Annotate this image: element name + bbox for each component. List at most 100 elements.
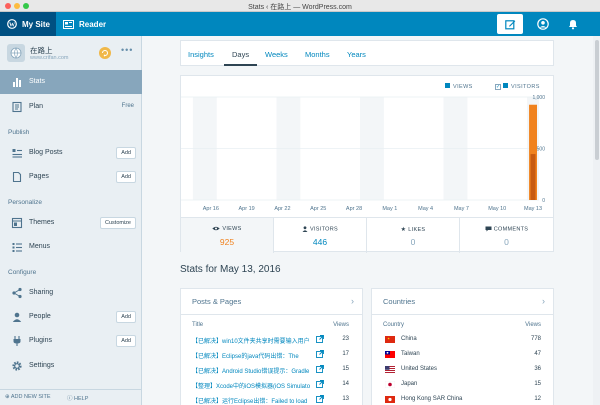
tab-insights[interactable]: Insights xyxy=(188,50,214,59)
stat-comments-label: COMMENTS xyxy=(493,226,529,233)
sidebar-item-label: Sharing xyxy=(29,289,54,296)
taiwan-flag-icon xyxy=(385,351,395,358)
add-new-site-link[interactable]: ⊕ ADD NEW SITE xyxy=(5,394,51,400)
add-page-button[interactable]: Add xyxy=(116,171,136,183)
tab-weeks[interactable]: Weeks xyxy=(265,50,288,59)
sidebar-item-stats[interactable]: Stats xyxy=(0,70,142,94)
stat-tab-comments[interactable]: COMMENTS 0 xyxy=(460,218,553,253)
sidebar-item-menus[interactable]: Menus xyxy=(0,235,142,259)
sidebar-item-plugins[interactable]: Plugins Add xyxy=(0,329,142,353)
table-row: Taiwan 47 xyxy=(372,348,553,363)
sidebar-item-label: Pages xyxy=(29,173,49,180)
stat-tab-visitors[interactable]: VISITORS 446 xyxy=(274,218,367,253)
external-link-icon[interactable] xyxy=(316,365,324,373)
external-link-icon[interactable] xyxy=(316,395,324,403)
posts-pages-card: Posts & Pages › Title Views 【已解决】win10文件… xyxy=(180,288,363,405)
stat-views-value: 925 xyxy=(219,237,235,247)
stat-likes-value: 0 xyxy=(410,237,416,247)
external-link-icon[interactable] xyxy=(316,335,324,343)
col-views: Views xyxy=(525,322,541,328)
write-post-button[interactable] xyxy=(497,14,523,34)
personalize-heading: Personalize xyxy=(8,199,42,206)
views-legend-swatch xyxy=(445,83,450,88)
scrollbar-thumb[interactable] xyxy=(595,40,599,160)
col-country: Country xyxy=(383,322,405,328)
external-link-icon[interactable] xyxy=(316,380,324,388)
sidebar-item-sharing[interactable]: Sharing xyxy=(0,281,142,305)
refresh-icon xyxy=(102,50,108,57)
tab-years[interactable]: Years xyxy=(347,50,366,59)
country-name: United States xyxy=(401,366,438,372)
external-link-icon[interactable] xyxy=(316,350,324,358)
sidebar-item-label: Menus xyxy=(29,243,51,250)
table-row: 【整理】Xcode中的iOS模拟器(iOS Simulator) 14 xyxy=(181,378,362,393)
table-row: United States 36 xyxy=(372,363,553,378)
reader-label: Reader xyxy=(79,19,107,29)
compose-icon xyxy=(504,19,515,29)
y-tick-label: 500 xyxy=(537,147,546,153)
notifications-button[interactable] xyxy=(566,17,580,31)
post-title-link[interactable]: 【整理】Xcode中的iOS模拟器(iOS Simulator) xyxy=(192,381,310,390)
plug-icon xyxy=(13,336,21,346)
country-views: 778 xyxy=(530,336,541,342)
col-views: Views xyxy=(333,322,349,328)
stats-chart-card: 1,000 500 0 Apr 16 Apr 19 Apr 22 Apr 25 Apr 28 M… xyxy=(180,75,554,253)
sidebar-item-label: Stats xyxy=(29,78,45,85)
table-row: 【已解决】Android Studio错误提示：Gradle 15 xyxy=(181,363,362,378)
sidebar-item-themes[interactable]: Themes Customize xyxy=(0,211,142,235)
visitors-checkbox[interactable]: ✓ xyxy=(495,84,501,90)
views-chart[interactable]: 1,000 500 0 Apr 16 Apr 19 Apr 22 Apr 25 Apr 28 M… xyxy=(181,76,553,217)
sidebar-item-plan[interactable]: Plan Free xyxy=(0,95,142,119)
stat-tabs: VIEWS 925 VISITORS 446 ★ LIKES 0 COMMENTS… xyxy=(181,217,553,253)
globe-icon xyxy=(10,47,22,59)
profile-button[interactable] xyxy=(536,17,550,31)
reader-button[interactable]: Reader xyxy=(63,12,106,36)
post-views: 17 xyxy=(342,351,349,357)
post-title-link[interactable]: 【已解决】win10文件夹共享时需要输入用户名和密码 xyxy=(192,336,310,345)
country-name: China xyxy=(401,336,417,342)
customize-button[interactable]: Customize xyxy=(100,217,136,229)
chevron-right-icon[interactable]: › xyxy=(351,296,354,306)
stat-tab-likes[interactable]: ★ LIKES 0 xyxy=(367,218,460,253)
chevron-right-icon[interactable]: › xyxy=(542,296,545,306)
y-tick-label: 0 xyxy=(542,198,545,204)
country-name: Taiwan xyxy=(401,351,420,357)
sidebar-item-people[interactable]: People Add xyxy=(0,305,142,329)
posts-icon xyxy=(12,149,22,158)
sidebar-item-settings[interactable]: Settings xyxy=(0,354,142,378)
site-more-icon[interactable]: ••• xyxy=(121,45,133,55)
x-tick-label: May 1 xyxy=(382,206,397,212)
window-title: Stats ‹ 在路上 — WordPress.com xyxy=(248,4,352,11)
y-tick-label: 1,000 xyxy=(532,95,545,101)
legend-visitors[interactable]: ✓ VISITORS xyxy=(495,83,540,90)
current-site[interactable]: 在路上 www.crifan.com ••• xyxy=(0,36,142,70)
gear-icon xyxy=(12,361,22,371)
x-tick-label: Apr 22 xyxy=(274,206,290,212)
stats-for-date-heading: Stats for May 13, 2016 xyxy=(180,264,281,275)
page-icon xyxy=(12,171,22,183)
tab-months[interactable]: Months xyxy=(305,50,330,59)
post-title-link[interactable]: 【已解决】运行Eclipse出错：Failed to load xyxy=(192,396,310,405)
sidebar-item-blog-posts[interactable]: Blog Posts Add xyxy=(0,141,142,165)
sidebar-item-pages[interactable]: Pages Add xyxy=(0,165,142,189)
tab-days[interactable]: Days xyxy=(232,50,249,59)
stat-tab-views[interactable]: VIEWS 925 xyxy=(181,218,274,253)
site-notice-badge[interactable] xyxy=(99,47,111,59)
x-tick-label: May 7 xyxy=(454,206,469,212)
post-title-link[interactable]: 【已解决】Android Studio错误提示：Gradle xyxy=(192,366,310,375)
help-link[interactable]: ⓘ HELP xyxy=(67,394,88,402)
add-person-button[interactable]: Add xyxy=(116,311,136,323)
site-url: www.crifan.com xyxy=(30,55,69,61)
post-title-link[interactable]: 【已解决】Eclipse的java代码出错：The xyxy=(192,351,310,360)
country-views: 36 xyxy=(534,366,541,372)
add-blog-post-button[interactable]: Add xyxy=(116,147,136,159)
table-row: 【已解决】Eclipse的java代码出错：The 17 xyxy=(181,348,362,363)
person-icon xyxy=(12,312,22,322)
stat-visitors-label: VISITORS xyxy=(310,226,338,233)
countries-heading[interactable]: Countries xyxy=(383,297,415,306)
configure-heading: Configure xyxy=(8,269,37,276)
add-plugin-button[interactable]: Add xyxy=(116,335,136,347)
posts-pages-heading[interactable]: Posts & Pages xyxy=(192,297,241,306)
country-views: 12 xyxy=(534,396,541,402)
my-site-button[interactable]: W My Site xyxy=(0,12,56,36)
